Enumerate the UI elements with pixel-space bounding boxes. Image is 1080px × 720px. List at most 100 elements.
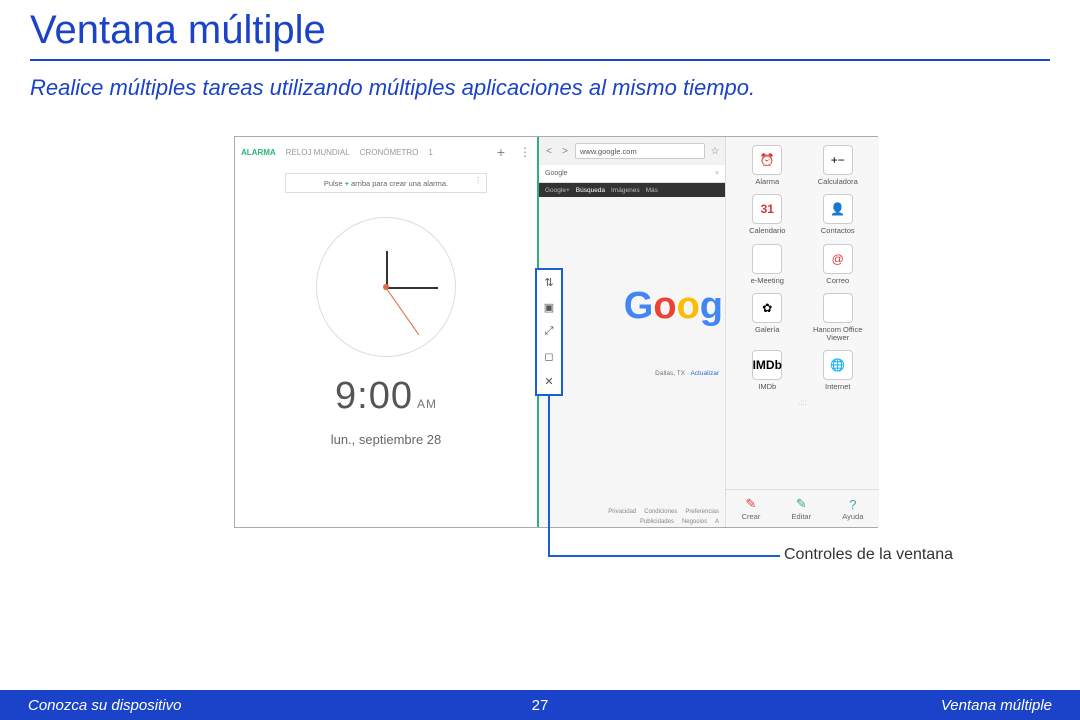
calendar-icon: 31 bbox=[752, 194, 782, 224]
tray-app-emeeting[interactable]: ◉ e-Meeting bbox=[732, 244, 803, 285]
nav-images[interactable]: Imágenes bbox=[611, 187, 640, 194]
footer-ads[interactable]: Publicidades bbox=[640, 519, 674, 525]
location-row: Dallas, TX · Actualizar bbox=[539, 370, 725, 377]
tray-app-calendario[interactable]: 31 Calendario bbox=[732, 194, 803, 235]
nav-search[interactable]: Búsqueda bbox=[576, 187, 605, 194]
app-label: e-Meeting bbox=[751, 277, 784, 285]
tray-app-alarma[interactable]: ⏰Alarma bbox=[732, 145, 803, 186]
app-label: Contactos bbox=[821, 227, 855, 235]
second-hand bbox=[385, 287, 419, 335]
logo-o1: o bbox=[653, 285, 676, 327]
overflow-menu-icon[interactable]: ⋮ bbox=[519, 145, 531, 159]
add-alarm-icon[interactable]: + bbox=[497, 144, 505, 160]
tray-edit-button[interactable]: ✎Editar bbox=[792, 496, 812, 521]
hour-hand bbox=[386, 251, 388, 287]
tab-world-clock[interactable]: RELOJ MUNDIAL bbox=[286, 148, 350, 157]
date-label: lun., septiembre 28 bbox=[235, 432, 537, 447]
device-screenshot: ALARMA RELOJ MUNDIAL CRONÓMETRO 1 + ⋮ Pu… bbox=[234, 136, 878, 528]
tray-app-correo[interactable]: @ Correo bbox=[803, 244, 874, 285]
footer-settings[interactable]: Preferencias bbox=[685, 509, 719, 515]
location-update-link[interactable]: Actualizar bbox=[690, 370, 719, 377]
time-value: 9:00 bbox=[335, 375, 413, 417]
mail-icon: @ bbox=[823, 244, 853, 274]
tray-app-galeria[interactable]: ✿Galería bbox=[732, 293, 803, 343]
nav-more[interactable]: Más bbox=[646, 187, 658, 194]
hint-plus-icon: + bbox=[345, 179, 349, 188]
logo-g1: G bbox=[624, 285, 654, 327]
hancom-icon: H bbox=[823, 293, 853, 323]
google-topnav: Google+ Búsqueda Imágenes Más bbox=[539, 183, 725, 197]
hint-pre: Pulse bbox=[324, 179, 343, 188]
tab-count: 1 bbox=[428, 148, 432, 157]
tray-help-button[interactable]: ?Ayuda bbox=[842, 497, 863, 521]
app-label: Calculadora bbox=[818, 178, 858, 186]
app-label: Galería bbox=[755, 326, 780, 334]
tray-app-contactos[interactable]: 👤 Contactos bbox=[803, 194, 874, 235]
bookmark-icon[interactable]: ☆ bbox=[709, 146, 721, 157]
google-footer: Privacidad Condiciones Preferencias Publ… bbox=[539, 507, 725, 527]
footer-privacy[interactable]: Privacidad bbox=[608, 509, 636, 515]
tab-stopwatch[interactable]: CRONÓMETRO bbox=[360, 148, 419, 157]
footer-business[interactable]: Negocios bbox=[682, 519, 707, 525]
help-label: Ayuda bbox=[842, 512, 863, 521]
close-window-icon[interactable]: ✕ bbox=[544, 375, 553, 388]
contacts-icon: 👤 bbox=[823, 194, 853, 224]
clock-center-dot bbox=[383, 284, 389, 290]
footer-about[interactable]: A bbox=[715, 519, 719, 525]
expand-icon[interactable]: ⤢ bbox=[545, 325, 554, 338]
tray-app-imdb[interactable]: IMDbIMDb bbox=[732, 350, 803, 391]
callout-connector-vertical bbox=[548, 395, 550, 555]
app-label: Alarma bbox=[755, 178, 779, 186]
logo-o2: o bbox=[677, 285, 700, 327]
page-footer: Conozca su dispositivo 27 Ventana múltip… bbox=[0, 690, 1080, 720]
digital-time: 9:00 AM bbox=[235, 375, 537, 418]
browser-app-pane: < > www.google.com ☆ Google × Google+ Bú… bbox=[539, 137, 725, 527]
alarm-hint: Pulse + arriba para crear una alarma. ⋮ bbox=[285, 173, 487, 193]
tray-bottom-bar: ✎Crear ✎Editar ?Ayuda bbox=[726, 489, 879, 527]
clock-tabs: ALARMA RELOJ MUNDIAL CRONÓMETRO 1 + ⋮ bbox=[235, 137, 537, 167]
google-logo: Goog bbox=[539, 285, 725, 328]
drag-content-icon[interactable]: ▣ bbox=[544, 301, 554, 314]
location-text: Dallas, TX · bbox=[655, 370, 690, 377]
browser-tab[interactable]: Google × bbox=[539, 165, 725, 183]
tray-app-calculadora[interactable]: +−Calculadora bbox=[803, 145, 874, 186]
multiwindow-controls: ⇅ ▣ ⤢ ◻ ✕ bbox=[535, 268, 563, 396]
footer-section: Conozca su dispositivo bbox=[28, 697, 181, 714]
logo-g2: g bbox=[700, 285, 723, 327]
page-title: Ventana múltiple bbox=[0, 0, 1080, 59]
create-icon: ✎ bbox=[746, 496, 757, 512]
footer-topic: Ventana múltiple bbox=[941, 697, 1052, 714]
callout-label: Controles de la ventana bbox=[784, 546, 953, 564]
tray-dots-icon: .::: bbox=[726, 398, 879, 407]
nav-googleplus[interactable]: Google+ bbox=[545, 187, 570, 194]
emeeting-icon: ◉ bbox=[752, 244, 782, 274]
page-subtitle: Realice múltiples tareas utilizando múlt… bbox=[0, 61, 1080, 101]
app-label: Correo bbox=[826, 277, 849, 285]
app-label: Calendario bbox=[749, 227, 785, 235]
help-icon: ? bbox=[849, 497, 856, 512]
back-icon[interactable]: < bbox=[543, 146, 555, 157]
maximize-icon[interactable]: ◻ bbox=[544, 350, 553, 363]
url-field[interactable]: www.google.com bbox=[575, 143, 705, 159]
tray-app-hancom[interactable]: HHancom Office Viewer bbox=[803, 293, 874, 343]
app-label: IMDb bbox=[758, 383, 776, 391]
browser-address-bar: < > www.google.com ☆ bbox=[539, 137, 725, 165]
hint-close-icon[interactable]: ⋮ bbox=[474, 176, 482, 185]
footer-terms[interactable]: Condiciones bbox=[644, 509, 677, 515]
tab-alarm[interactable]: ALARMA bbox=[241, 148, 276, 157]
tray-app-internet[interactable]: 🌐 Internet bbox=[803, 350, 874, 391]
globe-icon: 🌐 bbox=[823, 350, 853, 380]
multiwindow-tray: ⏰Alarma +−Calculadora 31 Calendario 👤 Cont… bbox=[725, 137, 879, 527]
edit-icon: ✎ bbox=[796, 496, 807, 512]
app-label: Internet bbox=[825, 383, 850, 391]
time-ampm: AM bbox=[417, 397, 437, 411]
swap-windows-icon[interactable]: ⇅ bbox=[544, 276, 553, 289]
footer-page-number: 27 bbox=[532, 697, 549, 714]
forward-icon[interactable]: > bbox=[559, 146, 571, 157]
tray-create-button[interactable]: ✎Crear bbox=[742, 496, 761, 521]
hint-post: arriba para crear una alarma. bbox=[351, 179, 448, 188]
analog-clock bbox=[316, 217, 456, 357]
tray-app-grid: ⏰Alarma +−Calculadora 31 Calendario 👤 Cont… bbox=[726, 141, 879, 396]
minute-hand bbox=[386, 287, 438, 289]
tab-close-icon[interactable]: × bbox=[715, 170, 719, 177]
